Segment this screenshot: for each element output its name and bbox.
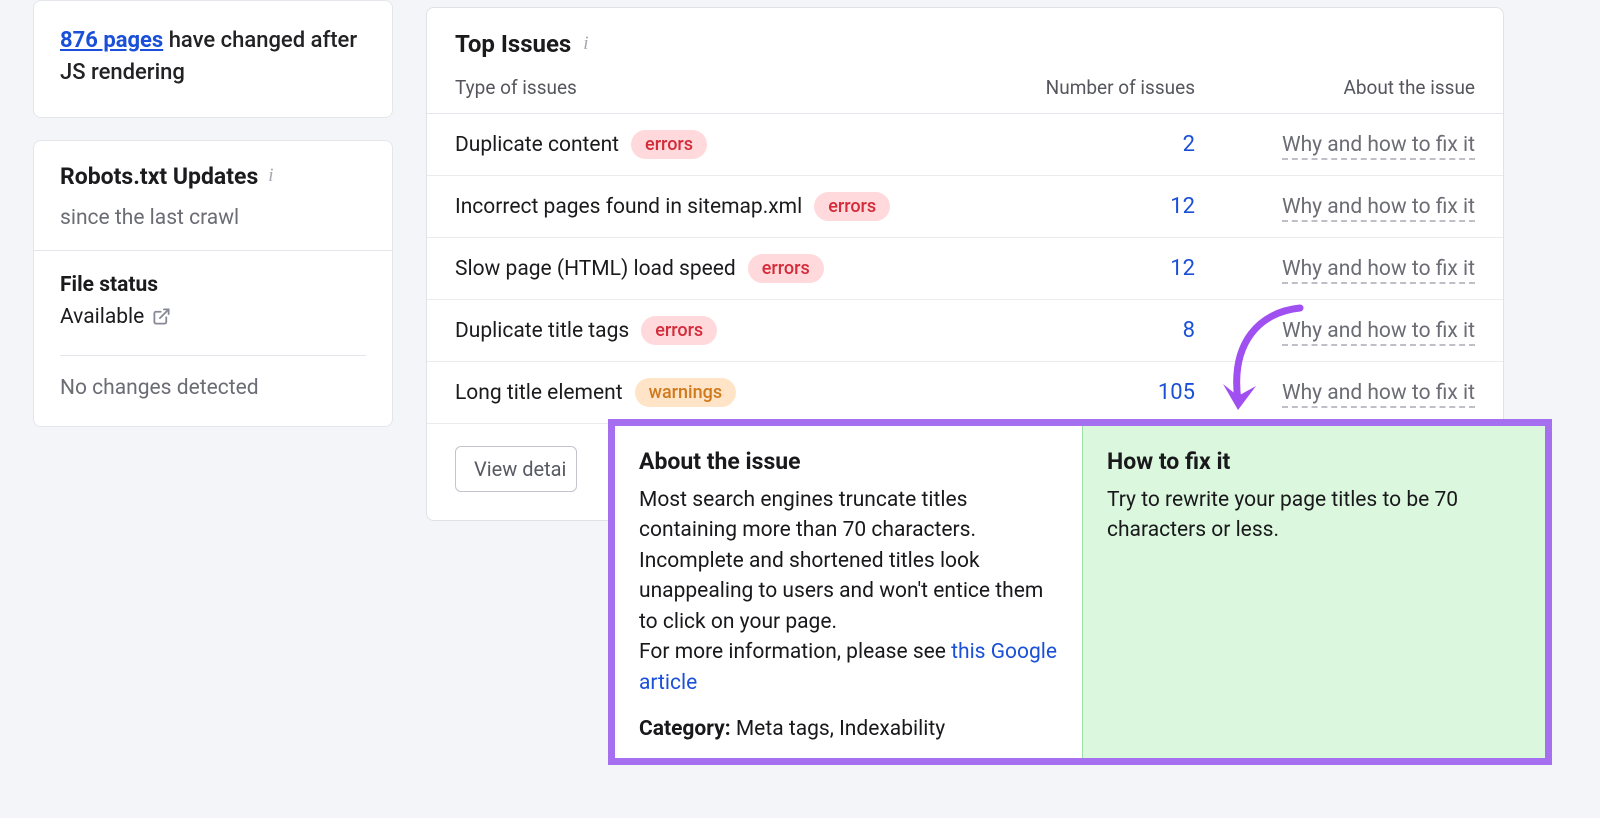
issue-row[interactable]: Incorrect pages found in sitemap.xml err… (427, 176, 1503, 238)
popup-fix-body: Try to rewrite your page titles to be 70… (1107, 485, 1521, 546)
file-status-label: File status (60, 273, 368, 297)
issue-count[interactable]: 2 (985, 132, 1215, 157)
issue-row[interactable]: Long title element warnings 105 Why and … (427, 362, 1503, 424)
info-icon[interactable]: i (268, 165, 273, 187)
badge-warnings: warnings (635, 378, 737, 407)
issue-count[interactable]: 105 (985, 380, 1215, 405)
badge-errors: errors (631, 130, 707, 159)
popup-fix-title: How to fix it (1107, 448, 1521, 475)
external-link-icon[interactable] (152, 307, 171, 326)
col-type-header: Type of issues (455, 76, 985, 99)
issue-name: Duplicate content (455, 133, 619, 157)
issue-count[interactable]: 12 (985, 256, 1215, 281)
issue-name: Duplicate title tags (455, 319, 629, 343)
issue-name: Slow page (HTML) load speed (455, 257, 736, 281)
issue-row[interactable]: Duplicate content errors 2 Why and how t… (427, 114, 1503, 176)
pages-changed-link[interactable]: 876 pages (60, 28, 163, 53)
badge-errors: errors (641, 316, 717, 345)
popup-category-value: Meta tags, Indexability (731, 717, 946, 741)
robots-card-title: Robots.txt Updates i (60, 163, 274, 190)
badge-errors: errors (814, 192, 890, 221)
js-rendering-card: 876 pages have changed after JS renderin… (33, 0, 393, 118)
info-icon[interactable]: i (583, 33, 588, 55)
why-fix-link[interactable]: Why and how to fix it (1282, 257, 1475, 284)
issue-row[interactable]: Slow page (HTML) load speed errors 12 Wh… (427, 238, 1503, 300)
robots-updates-card: Robots.txt Updates i since the last craw… (33, 140, 393, 427)
popup-category-label: Category: (639, 717, 731, 741)
issue-detail-popup: About the issue Most search engines trun… (608, 419, 1552, 765)
badge-errors: errors (748, 254, 824, 283)
col-about-header: About the issue (1215, 76, 1475, 99)
issue-name: Long title element (455, 381, 623, 405)
annotation-arrow-icon (1220, 302, 1330, 432)
issue-name: Incorrect pages found in sitemap.xml (455, 195, 802, 219)
issue-count[interactable]: 12 (985, 194, 1215, 219)
popup-about-title: About the issue (639, 448, 1058, 475)
col-number-header: Number of issues (985, 76, 1215, 99)
file-status-value: Available (60, 305, 144, 329)
why-fix-link[interactable]: Why and how to fix it (1282, 195, 1475, 222)
popup-about-section: About the issue Most search engines trun… (615, 426, 1083, 758)
panel-title: Top Issues i (455, 30, 589, 58)
why-fix-link[interactable]: Why and how to fix it (1282, 133, 1475, 160)
no-changes-text: No changes detected (34, 356, 392, 426)
popup-more-info-prefix: For more information, please see (639, 640, 951, 664)
issue-row[interactable]: Duplicate title tags errors 8 Why and ho… (427, 300, 1503, 362)
table-header: Type of issues Number of issues About th… (427, 76, 1503, 114)
robots-card-subtitle: since the last crawl (34, 206, 392, 250)
popup-about-body: Most search engines truncate titles cont… (639, 488, 1043, 634)
popup-fix-section: How to fix it Try to rewrite your page t… (1083, 426, 1545, 758)
issue-count[interactable]: 8 (985, 318, 1215, 343)
view-details-button[interactable]: View detai (455, 446, 577, 492)
